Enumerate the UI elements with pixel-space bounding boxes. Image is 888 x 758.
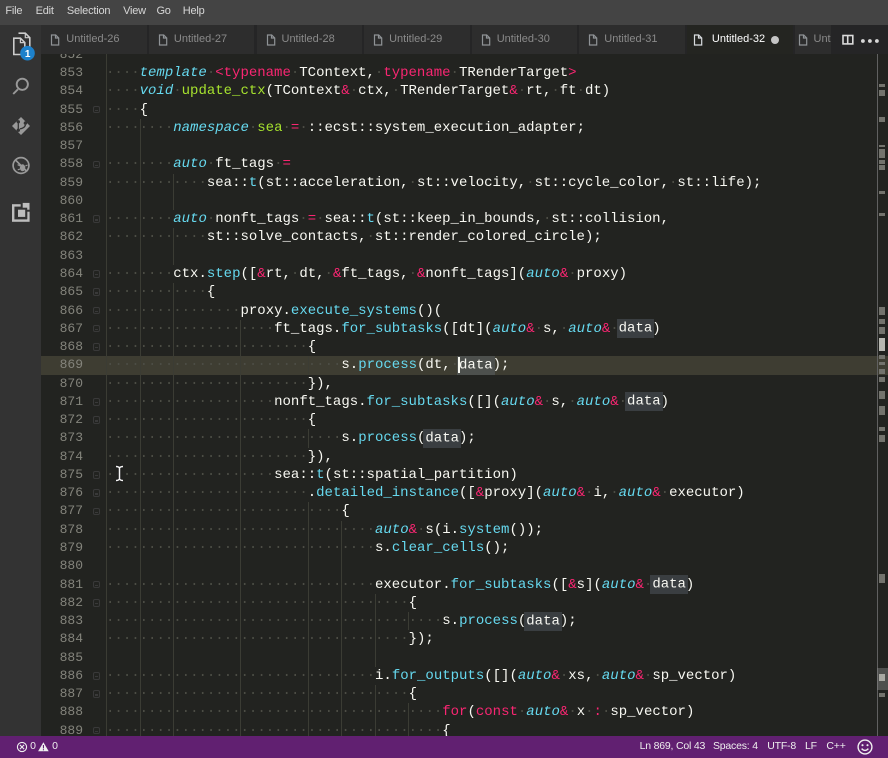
svg-text:1: 1 bbox=[25, 49, 31, 60]
